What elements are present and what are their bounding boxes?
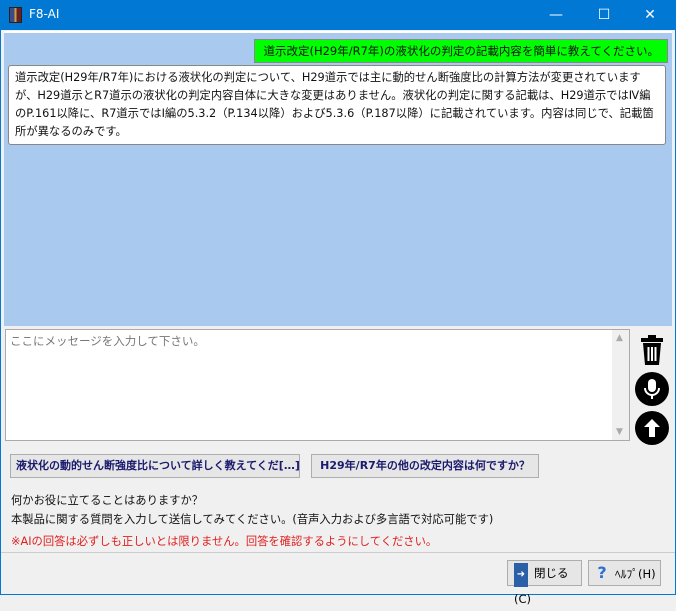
exit-icon: ➜: [514, 563, 528, 587]
voice-input-button[interactable]: [635, 372, 669, 406]
microphone-icon: [644, 379, 660, 399]
title-bar[interactable]: F8-AI — ☐ ✕: [1, 1, 675, 30]
help-label: ﾍﾙﾌﾟ(H): [615, 567, 656, 581]
info-line-2: 本製品に関する質問を入力して送信してみてください。(音声入力および多言語で対応可…: [11, 513, 494, 526]
clear-button[interactable]: [635, 333, 669, 367]
scroll-down-icon[interactable]: ▼: [616, 427, 623, 437]
send-button[interactable]: [635, 411, 669, 445]
scroll-up-icon[interactable]: ▲: [616, 333, 623, 343]
ai-message: 道示改定(H29年/R7年)における液状化の判定について、H29道示では主に動的…: [8, 65, 666, 145]
trash-icon: [641, 335, 663, 365]
send-arrow-up-icon: [644, 419, 660, 437]
maximize-button[interactable]: ☐: [581, 1, 627, 30]
message-input-box[interactable]: ▲ ▼: [5, 329, 630, 441]
suggestion-button-2[interactable]: H29年/R7年の他の改定内容は何ですか？: [311, 454, 539, 478]
close-button[interactable]: ➜ 閉じる(C): [507, 560, 582, 606]
help-icon: ?: [597, 563, 607, 582]
window-title: F8-AI: [29, 7, 60, 21]
suggestion-button-1[interactable]: 液状化の動的せん断強度比について詳しく教えてくだ[…]: [10, 454, 300, 478]
input-scrollbar[interactable]: ▲ ▼: [612, 330, 629, 440]
close-window-button[interactable]: ✕: [627, 1, 673, 30]
chat-history[interactable]: 道示改定(H29年/R7年)の液状化の判定の記載内容を簡単に教えてください。 道…: [4, 31, 672, 326]
ai-warning: ※AIの回答は必ずしも正しいとは限りません。回答を確認するようにしてください。: [11, 535, 438, 548]
footer-divider: [1, 552, 675, 553]
minimize-button[interactable]: —: [533, 1, 579, 30]
help-button[interactable]: ? ﾍﾙﾌﾟ(H): [588, 560, 661, 586]
info-line-1: 何かお役に立てることはありますか？: [11, 494, 204, 507]
app-window: F8-AI — ☐ ✕ 道示改定(H29年/R7年)の液状化の判定の記載内容を簡…: [0, 0, 676, 606]
message-input[interactable]: [6, 330, 612, 440]
user-message: 道示改定(H29年/R7年)の液状化の判定の記載内容を簡単に教えてください。: [254, 39, 668, 63]
app-icon: [9, 7, 22, 23]
